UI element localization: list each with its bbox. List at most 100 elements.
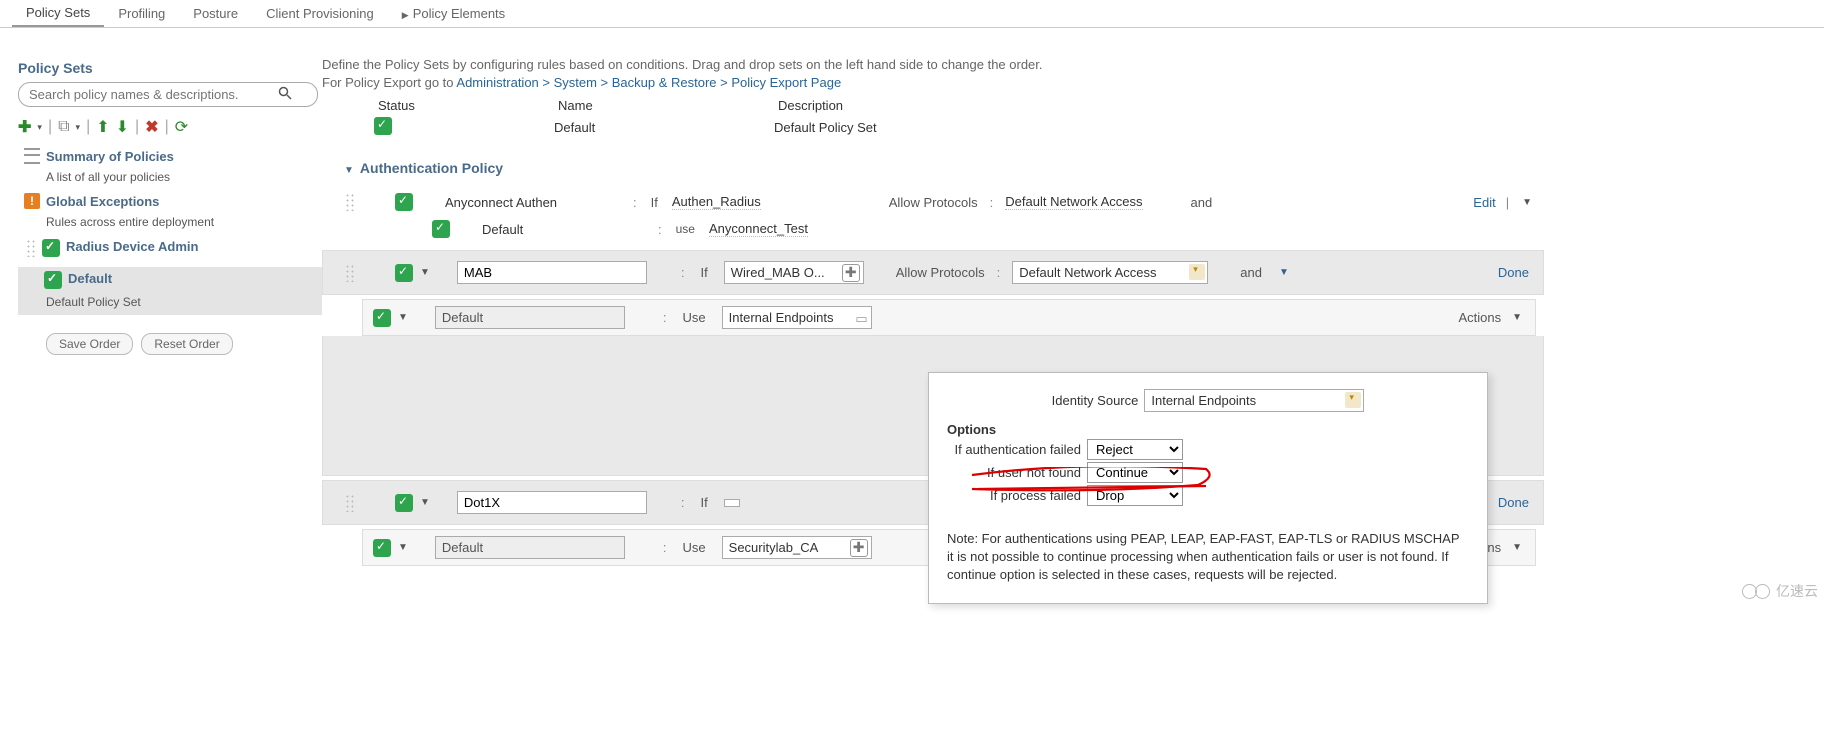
subrule-use[interactable]: Anyconnect_Test: [709, 221, 808, 237]
caret-down-icon[interactable]: ▼: [395, 542, 411, 553]
auth-failed-select[interactable]: Reject: [1087, 439, 1183, 460]
subrule-name: Default: [482, 222, 612, 237]
tab-policy-elements-label: Policy Elements: [413, 6, 505, 21]
use-box[interactable]: Internal Endpoints ▭: [722, 306, 872, 329]
rule-anyconnect: Anyconnect Authen : If Authen_Radius All…: [322, 184, 1544, 216]
drag-icon[interactable]: [345, 264, 355, 282]
down-icon[interactable]: ⬇: [116, 117, 129, 137]
if-label: If: [701, 495, 708, 510]
use-value: Securitylab_CA: [729, 540, 819, 555]
use-box[interactable]: Securitylab_CA ✚: [722, 536, 872, 559]
tab-profiling[interactable]: Profiling: [104, 1, 179, 26]
rule-mab: ▼ : If Wired_MAB O... ✚ Allow Protocols …: [322, 250, 1544, 295]
add-icon[interactable]: ✚: [842, 264, 860, 282]
sidebar-summary-sub: A list of all your policies: [18, 170, 322, 184]
check-icon: [395, 494, 413, 512]
check-icon: [373, 309, 391, 327]
list-icon: [24, 148, 40, 164]
save-order-button[interactable]: Save Order: [46, 333, 133, 355]
dropdown-icon[interactable]: [1189, 264, 1205, 280]
search-input[interactable]: [18, 82, 318, 107]
check-icon: [373, 539, 391, 557]
dropdown-icon[interactable]: [1345, 392, 1361, 408]
if-label: If: [701, 265, 708, 280]
val-name: Default: [554, 120, 714, 135]
and-label: and: [1191, 195, 1213, 210]
and-label: and: [1240, 265, 1262, 280]
search-icon[interactable]: [278, 86, 292, 103]
tab-client-provisioning[interactable]: Client Provisioning: [252, 1, 388, 26]
tab-policy-sets[interactable]: Policy Sets: [12, 0, 104, 27]
caret-down-icon[interactable]: ▼: [417, 267, 433, 278]
rule-name-input[interactable]: [457, 491, 647, 514]
check-icon: [44, 271, 62, 289]
actions-label[interactable]: Actions: [1458, 310, 1501, 325]
sidebar-summary[interactable]: Summary of Policies: [18, 145, 322, 170]
caret-down-icon[interactable]: ▼: [417, 497, 433, 508]
intro-line1: Define the Policy Sets by configuring ru…: [322, 56, 1544, 74]
user-not-found-select[interactable]: Continue: [1087, 462, 1183, 483]
add-icon[interactable]: ✚: [18, 117, 31, 137]
rule-name-input[interactable]: [457, 261, 647, 284]
identity-source-popup: Identity Source Internal Endpoints Optio…: [928, 372, 1488, 604]
caret-down-icon[interactable]: ▼: [395, 312, 411, 323]
status-check: [374, 117, 392, 135]
copy-icon[interactable]: ⧉: [58, 118, 69, 136]
done-link[interactable]: Done: [1498, 265, 1529, 280]
and-caret-icon[interactable]: ▼: [1276, 267, 1292, 278]
sidebar-global[interactable]: ! Global Exceptions: [18, 190, 322, 215]
col-name: Name: [558, 98, 718, 113]
caret-down-icon[interactable]: ▼: [1509, 542, 1525, 553]
sidebar-default[interactable]: Default: [18, 267, 322, 293]
watermark: 亿速云: [1742, 581, 1818, 601]
identity-source-select[interactable]: Internal Endpoints: [1144, 389, 1364, 412]
condition-box[interactable]: [724, 499, 740, 507]
delete-icon[interactable]: ✖: [145, 117, 158, 137]
rule-condition[interactable]: Authen_Radius: [672, 194, 761, 210]
allow-label: Allow Protocols: [889, 195, 978, 210]
edit-link[interactable]: Edit: [1473, 195, 1495, 210]
drag-icon[interactable]: [26, 239, 36, 257]
process-failed-select[interactable]: Drop: [1087, 485, 1183, 506]
process-failed-label: If process failed: [947, 488, 1087, 503]
ellipsis-icon[interactable]: ▭: [855, 311, 867, 327]
refresh-icon[interactable]: ⟳: [175, 117, 188, 137]
reset-order-button[interactable]: Reset Order: [141, 333, 232, 355]
up-icon[interactable]: ⬆: [96, 117, 109, 137]
use-label: Use: [683, 540, 706, 555]
sidebar-toolbar: ✚▾ | ⧉▾ | ⬆ ⬇ | ✖ | ⟳: [18, 113, 322, 145]
tab-posture[interactable]: Posture: [179, 1, 252, 26]
rule-name: Anyconnect Authen: [445, 195, 605, 210]
policy-export-link[interactable]: Administration > System > Backup & Resto…: [456, 75, 841, 90]
identity-source-value: Internal Endpoints: [1151, 393, 1256, 408]
drag-icon[interactable]: [345, 494, 355, 512]
subrule-name-input: [435, 306, 625, 329]
protocol-value: Default Network Access: [1019, 265, 1156, 280]
use-value: Internal Endpoints: [729, 310, 834, 325]
tab-policy-elements[interactable]: ▶Policy Elements: [388, 1, 519, 26]
drag-icon[interactable]: [345, 193, 355, 211]
protocol-select[interactable]: Default Network Access: [1012, 261, 1208, 284]
condition-box[interactable]: Wired_MAB O... ✚: [724, 261, 864, 284]
rule-protocol[interactable]: Default Network Access: [1005, 194, 1142, 210]
sidebar-title: Policy Sets: [18, 56, 322, 82]
options-header: Options: [947, 422, 1469, 437]
auth-policy-section[interactable]: Authentication Policy: [322, 150, 1544, 184]
sidebar-radius[interactable]: Radius Device Admin: [18, 235, 322, 261]
allow-label: Allow Protocols: [896, 265, 985, 280]
subrule-name-input: [435, 536, 625, 559]
col-status: Status: [378, 98, 498, 113]
sidebar-global-label: Global Exceptions: [46, 194, 159, 209]
add-icon[interactable]: ✚: [850, 539, 868, 557]
sidebar-radius-label: Radius Device Admin: [66, 239, 198, 256]
sidebar-default-label: Default: [68, 271, 112, 288]
intro-line2a: For Policy Export go to: [322, 75, 456, 90]
use-label: Use: [683, 310, 706, 325]
done-link[interactable]: Done: [1498, 495, 1529, 510]
sidebar-summary-label: Summary of Policies: [46, 149, 174, 164]
subrule-default: ▼ : Use Internal Endpoints ▭ Actions ▼: [362, 299, 1536, 336]
val-desc: Default Policy Set: [774, 120, 894, 135]
caret-down-icon[interactable]: ▼: [1509, 312, 1525, 323]
check-icon: [42, 239, 60, 257]
caret-down-icon[interactable]: ▼: [1519, 197, 1535, 208]
